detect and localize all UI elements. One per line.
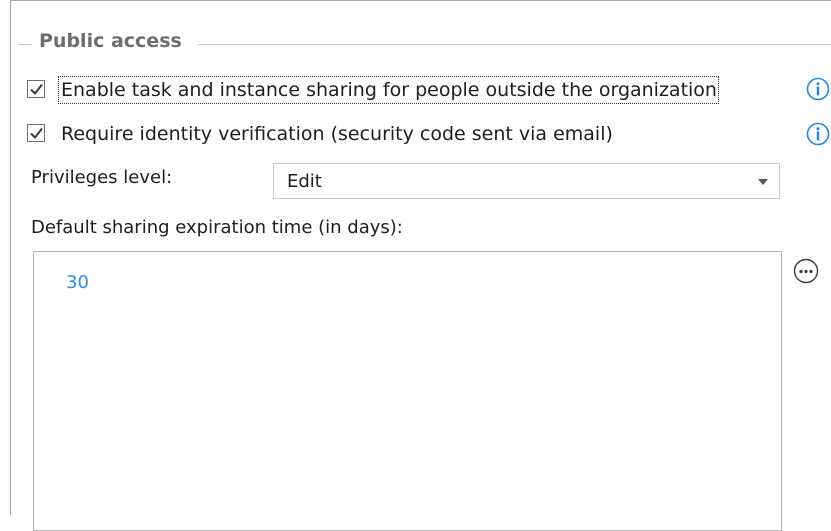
expiration-value: 30 — [66, 272, 89, 293]
checkmark-icon — [30, 83, 43, 96]
info-icon[interactable] — [806, 122, 830, 146]
panel-border-left — [10, 0, 11, 515]
require-verification-checkbox[interactable] — [27, 124, 45, 142]
expiration-label: Default sharing expiration time (in days… — [31, 217, 403, 238]
privileges-level-select[interactable]: Edit — [273, 163, 780, 199]
more-options-icon[interactable] — [793, 258, 819, 284]
checkmark-icon — [30, 127, 43, 140]
group-title: Public access — [39, 30, 182, 52]
group-divider-right — [198, 44, 831, 45]
require-verification-label[interactable]: Require identity verification (security … — [61, 123, 613, 145]
privileges-level-value: Edit — [287, 171, 322, 192]
group-divider-left — [18, 44, 32, 45]
panel-border-top — [10, 0, 831, 1]
privileges-level-label: Privileges level: — [31, 167, 173, 188]
enable-sharing-label[interactable]: Enable task and instance sharing for peo… — [61, 79, 717, 101]
enable-sharing-checkbox[interactable] — [27, 80, 45, 98]
expiration-input[interactable]: 30 — [33, 251, 782, 531]
public-access-panel: Public access Enable task and instance s… — [0, 0, 831, 531]
chevron-down-icon[interactable] — [758, 179, 768, 185]
info-icon[interactable] — [806, 77, 830, 101]
